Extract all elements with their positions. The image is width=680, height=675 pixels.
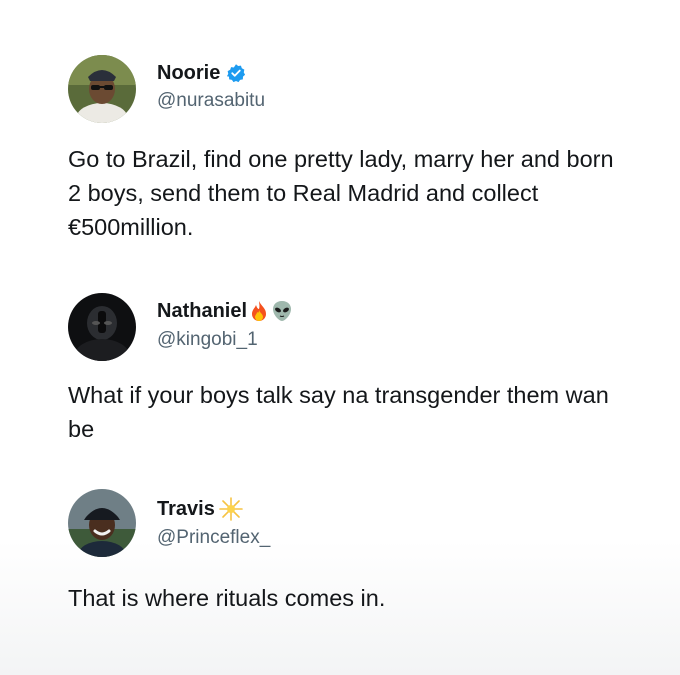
author-handle[interactable]: @kingobi_1 <box>157 329 258 351</box>
verified-badge-icon <box>226 63 246 83</box>
fire-emoji-icon <box>249 300 269 322</box>
author-handle[interactable]: @nurasabitu <box>157 90 265 112</box>
screenshot-page: Noorie @nurasabitu Go to Brazil, find on… <box>0 0 680 675</box>
avatar-nathaniel[interactable] <box>68 293 136 361</box>
author-row: Nathaniel <box>157 298 292 324</box>
avatar-noorie[interactable] <box>68 55 136 123</box>
tweet-text: That is where rituals comes in. <box>68 585 386 611</box>
author-name[interactable]: Nathaniel <box>157 300 247 323</box>
author-row: Noorie <box>157 60 246 86</box>
tweet-text: Go to Brazil, find one pretty lady, marr… <box>68 146 614 240</box>
avatar-travis[interactable] <box>68 489 136 557</box>
author-name[interactable]: Travis <box>157 498 215 521</box>
author-name[interactable]: Noorie <box>157 62 220 85</box>
author-handle[interactable]: @Princeflex_ <box>157 527 270 549</box>
sparkle-sun-emoji-icon <box>219 497 243 521</box>
alien-emoji-icon <box>272 300 292 322</box>
author-row: Travis <box>157 496 243 522</box>
tweet-text: What if your boys talk say na transgende… <box>68 382 609 442</box>
